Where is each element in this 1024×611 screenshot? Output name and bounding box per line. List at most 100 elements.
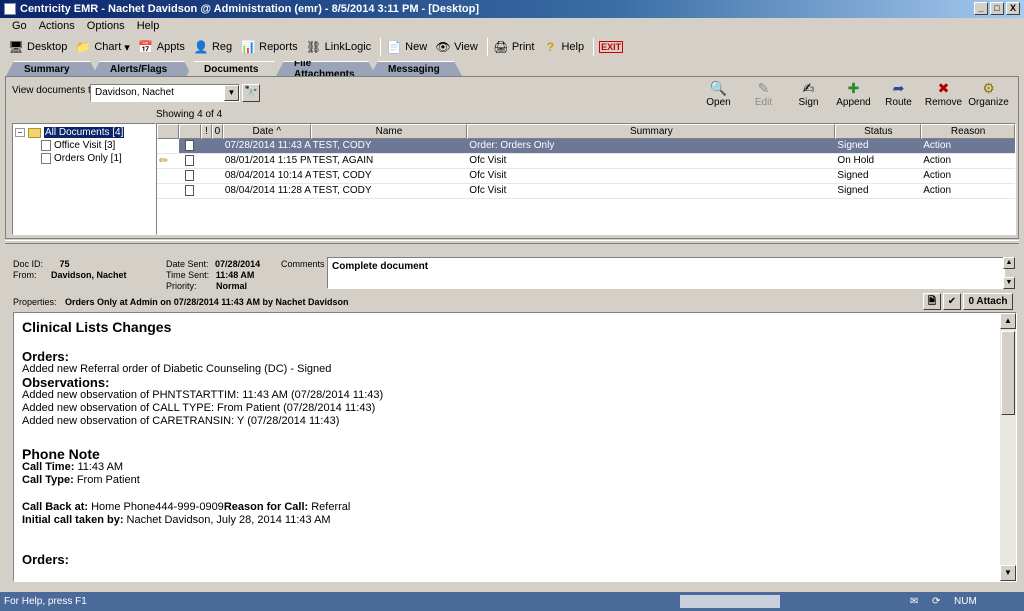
panel-splitter[interactable] xyxy=(5,240,1019,244)
document-detail-panel: Doc ID: 75 From: Davidson, Nachet Date S… xyxy=(5,247,1019,587)
column-header-summary[interactable]: Summary xyxy=(467,124,836,139)
attach-button[interactable]: 0 Attach xyxy=(963,293,1013,310)
tree-item-all-documents[interactable]: − All Documents [4] xyxy=(15,126,153,139)
tab-summary[interactable]: Summary xyxy=(6,61,98,76)
print-button[interactable]: 🖨 Print xyxy=(491,39,541,55)
print-icon: 🖨 xyxy=(493,40,509,54)
linklogic-button[interactable]: ⛓ LinkLogic xyxy=(304,39,377,55)
document-title: Clinical Lists Changes xyxy=(22,319,172,335)
call-back-value: Home Phone444-999-0909 xyxy=(91,501,224,513)
table-header: ! 0 Date ^ Name Summary Status Reason xyxy=(157,124,1015,139)
maximize-button[interactable]: □ xyxy=(990,2,1004,15)
view-button[interactable]: 👁 View xyxy=(433,39,484,55)
scroll-up-icon[interactable]: ▲ xyxy=(1003,257,1015,269)
status-cell: On Hold xyxy=(835,154,922,169)
call-back-label: Call Back at: xyxy=(22,501,89,513)
column-header-type[interactable] xyxy=(178,124,201,139)
menu-options[interactable]: Options xyxy=(81,19,131,35)
call-back-line: Call Back at: Home Phone444-999-0909Reas… xyxy=(22,501,992,514)
close-button[interactable]: X xyxy=(1006,2,1020,15)
remove-button[interactable]: ✖ Remove xyxy=(922,79,965,108)
exit-button[interactable]: EXIT xyxy=(597,41,629,53)
menu-actions[interactable]: Actions xyxy=(33,19,81,35)
minimize-button[interactable]: _ xyxy=(974,2,988,15)
scroll-up-icon[interactable]: ▲ xyxy=(1000,313,1016,329)
route-label: Route xyxy=(885,97,912,108)
document-content: Clinical Lists Changes Orders: Added new… xyxy=(22,317,992,566)
open-button[interactable]: 🔍 Open xyxy=(697,79,740,108)
append-icon: ✚ xyxy=(847,80,860,96)
column-header-date[interactable]: Date ^ xyxy=(222,124,311,139)
name-cell: TEST, CODY xyxy=(310,139,468,154)
table-row[interactable]: 08/04/2014 11:28 AM TEST, CODY Ofc Visit… xyxy=(157,184,1015,199)
date-sent-label: Date Sent: xyxy=(166,259,209,269)
column-header-name[interactable]: Name xyxy=(310,124,468,139)
time-sent-field: Time Sent: 11:48 AM xyxy=(166,270,254,280)
find-patient-button[interactable]: 🔭 xyxy=(242,84,260,102)
document-type-cell xyxy=(178,184,201,199)
date-cell: 08/04/2014 11:28 AM xyxy=(222,184,311,199)
append-button[interactable]: ✚ Append xyxy=(832,79,875,108)
edit-indicator xyxy=(157,184,179,199)
scroll-down-icon[interactable]: ▼ xyxy=(1003,277,1015,289)
remove-label: Remove xyxy=(924,97,963,108)
tab-file-attachments[interactable]: File Attachments xyxy=(276,61,376,76)
detail-toolbar: 🗎 ✔ 0 Attach xyxy=(923,293,1013,310)
column-header-flag[interactable]: ! xyxy=(200,124,212,139)
menu-help[interactable]: Help xyxy=(131,19,166,35)
chevron-down-icon[interactable]: ▼ xyxy=(224,85,239,101)
appts-button[interactable]: 📅 Appts xyxy=(136,39,191,55)
document-tree: − All Documents [4] Office Visit [3] Ord… xyxy=(12,123,156,235)
tab-alerts-flags[interactable]: Alerts/Flags xyxy=(92,61,192,76)
menu-go[interactable]: Go xyxy=(6,19,33,35)
status-bar: For Help, press F1 ✉ ⟳ NUM xyxy=(0,592,1024,611)
sign-button[interactable]: ✍ Sign xyxy=(787,79,830,108)
scroll-down-icon[interactable]: ▼ xyxy=(1000,565,1016,581)
linklogic-label: LinkLogic xyxy=(324,41,372,53)
edit-button[interactable]: ✎ Edit xyxy=(742,79,785,108)
from-value: Davidson, Nachet xyxy=(51,270,127,280)
tab-messaging[interactable]: Messaging xyxy=(370,61,462,76)
status-progress xyxy=(680,595,780,608)
desktop-button[interactable]: 🖥 Desktop xyxy=(6,39,73,55)
chart-button[interactable]: 📁 Chart ▾ xyxy=(73,39,135,55)
comments-field[interactable]: Complete document xyxy=(327,257,1005,289)
comments-scrollbar[interactable]: ▲ ▼ xyxy=(1003,257,1015,289)
column-header-reason[interactable]: Reason xyxy=(921,124,1015,139)
column-header-status[interactable]: Status xyxy=(835,124,922,139)
status-cell: Signed xyxy=(835,169,922,184)
orders-heading: Orders: xyxy=(22,349,69,364)
route-button[interactable]: ➦ Route xyxy=(877,79,920,108)
organize-button[interactable]: ⚙ Organize xyxy=(967,79,1010,108)
initial-call-label: Initial call taken by: xyxy=(22,514,124,526)
orders-line: Added new Referral order of Diabetic Cou… xyxy=(22,363,332,375)
table-row[interactable]: ✏ 08/01/2014 1:15 PM TEST, AGAIN Ofc Vis… xyxy=(157,154,1015,169)
call-type-label: Call Type: xyxy=(22,474,74,486)
table-row[interactable]: 08/04/2014 10:14 AM TEST, CODY Ofc Visit… xyxy=(157,169,1015,184)
signoff-button[interactable]: ✔ xyxy=(943,293,961,310)
collapse-icon[interactable]: − xyxy=(15,128,25,137)
chevron-down-icon[interactable]: ▾ xyxy=(124,41,130,54)
reason-label: Reason for Call: xyxy=(223,501,309,513)
summary-cell: Ofc Visit xyxy=(467,154,836,169)
title-bar: Centricity EMR - Nachet Davidson @ Admin… xyxy=(0,0,1024,18)
reports-button[interactable]: 📊 Reports xyxy=(238,39,304,55)
tree-item-office-visit[interactable]: Office Visit [3] xyxy=(15,139,153,152)
tree-item-orders-only[interactable]: Orders Only [1] xyxy=(15,152,153,165)
table-row[interactable]: 07/28/2014 11:43 AM TEST, CODY Order: Or… xyxy=(157,139,1015,154)
column-header-attachments[interactable]: 0 xyxy=(211,124,223,139)
doc-id-value: 75 xyxy=(59,259,70,269)
tab-documents[interactable]: Documents xyxy=(186,61,282,77)
scroll-thumb[interactable] xyxy=(1001,331,1015,415)
help-button[interactable]: ? Help xyxy=(540,39,590,55)
from-label: From: xyxy=(13,270,37,280)
reg-button[interactable]: 👤 Reg xyxy=(191,39,238,55)
print-label: Print xyxy=(511,41,535,53)
reports-icon: 📊 xyxy=(240,40,256,54)
reason-value: Referral xyxy=(311,501,351,513)
column-header-edit[interactable] xyxy=(157,124,179,139)
patient-select[interactable]: Davidson, Nachet ▼ xyxy=(90,84,240,102)
new-button[interactable]: 📄 New xyxy=(384,39,433,55)
document-scrollbar[interactable]: ▲ ▼ xyxy=(1000,313,1016,581)
document-view-button[interactable]: 🗎 xyxy=(923,293,941,310)
